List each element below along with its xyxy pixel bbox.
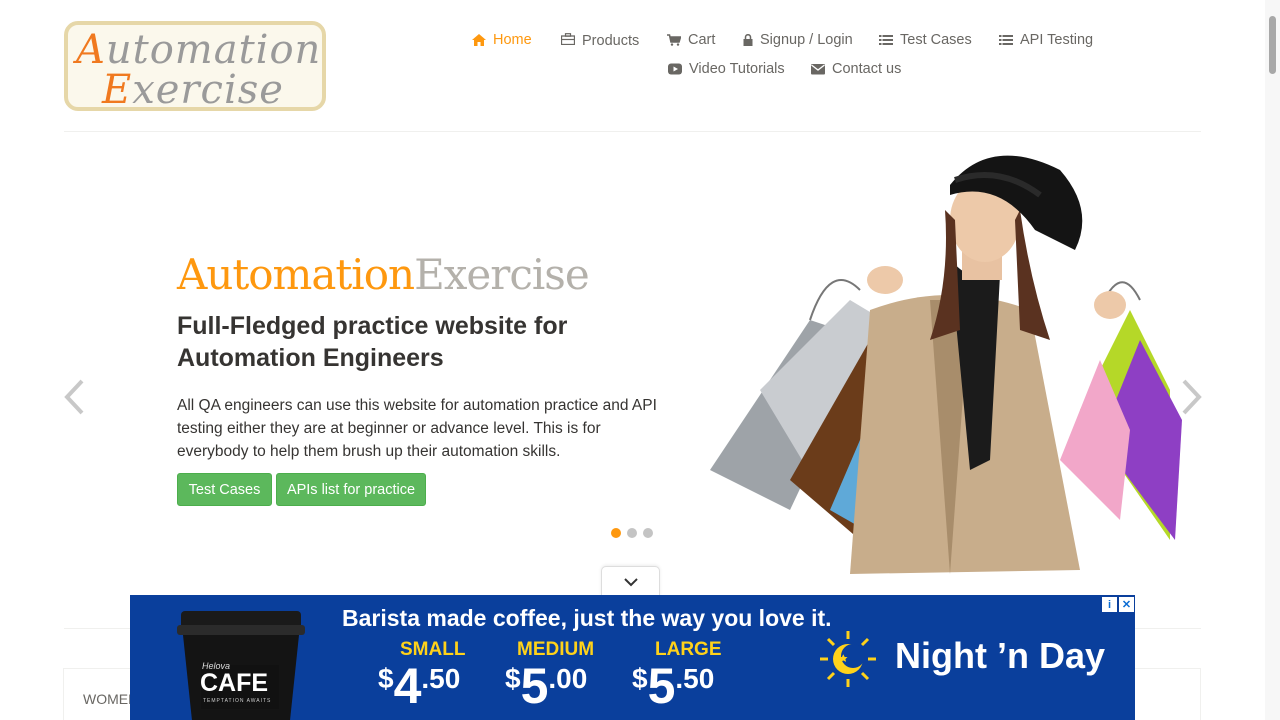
ad-collapse-toggle[interactable] xyxy=(601,566,660,596)
sun-moon-icon xyxy=(820,631,876,687)
price-small-cents: .50 xyxy=(421,663,461,694)
slider-indicator-2[interactable] xyxy=(627,528,637,538)
nav-signup-login[interactable]: Signup / Login xyxy=(743,32,853,48)
cart-icon xyxy=(667,34,681,46)
nav-login-label: Signup / Login xyxy=(760,32,853,48)
price-small-dollars: 4 xyxy=(393,658,422,714)
slider-prev-button[interactable] xyxy=(62,378,86,421)
nav-products[interactable]: Products xyxy=(561,31,640,49)
ad-close-icon[interactable]: ✕ xyxy=(1119,597,1134,612)
price-large-dollars: 5 xyxy=(647,658,676,714)
price-large-currency: $ xyxy=(632,663,648,694)
youtube-icon xyxy=(668,63,682,75)
nav-cart[interactable]: Cart xyxy=(667,32,715,48)
price-large: $5.50 xyxy=(632,657,714,715)
chevron-left-icon xyxy=(64,379,84,415)
products-icon xyxy=(561,33,575,45)
nav-contact-label: Contact us xyxy=(832,61,902,77)
slider-brand: AutomationExercise xyxy=(177,250,590,299)
slider-next-button[interactable] xyxy=(1180,378,1204,421)
scrollbar-thumb[interactable] xyxy=(1269,16,1276,74)
ad-brand-name: Night ’n Day xyxy=(895,635,1106,676)
price-medium: $5.00 xyxy=(505,657,587,715)
slider-description: All QA engineers can use this website fo… xyxy=(177,397,657,460)
price-small: $4.50 xyxy=(378,657,460,715)
price-small-currency: $ xyxy=(378,663,394,694)
nav-test-cases-label: Test Cases xyxy=(900,32,972,48)
test-cases-button[interactable]: Test Cases xyxy=(177,473,272,506)
page-scrollbar[interactable] xyxy=(1265,0,1280,720)
list-icon xyxy=(999,35,1013,45)
cup-tagline: TEMPTATION AWAITS xyxy=(203,698,272,704)
nav-cart-label: Cart xyxy=(688,32,716,48)
list-icon xyxy=(879,35,893,45)
nav-video-label: Video Tutorials xyxy=(689,61,785,77)
hero-image-shopping-girl xyxy=(710,155,1182,574)
price-large-cents: .50 xyxy=(675,663,715,694)
nav-test-cases[interactable]: Test Cases xyxy=(879,32,972,48)
slider-indicator-3[interactable] xyxy=(643,528,653,538)
nav-products-label: Products xyxy=(582,33,640,49)
chevron-down-icon xyxy=(623,577,638,586)
slider-indicator-1[interactable] xyxy=(611,528,621,538)
price-medium-dollars: 5 xyxy=(520,658,549,714)
logo-line-2: Exercise xyxy=(102,67,284,113)
site-logo[interactable]: Automation Exercise xyxy=(64,21,326,113)
logo-initial-e: E xyxy=(102,67,133,113)
brand-part-b: Exercise xyxy=(414,250,590,299)
nav-home-label: Home xyxy=(493,32,532,48)
nav-video-tutorials[interactable]: Video Tutorials xyxy=(668,61,785,77)
home-icon xyxy=(472,34,486,46)
brand-part-a: Automation xyxy=(177,250,415,299)
ad-info-icon[interactable]: i xyxy=(1102,597,1117,612)
header-divider xyxy=(64,131,1201,132)
nav-api-testing[interactable]: API Testing xyxy=(999,32,1093,48)
cup-name: CAFE xyxy=(200,669,269,697)
ad-controls: i ✕ xyxy=(1102,597,1134,612)
ad-tagline: Barista made coffee, just the way you lo… xyxy=(342,605,832,631)
chevron-right-icon xyxy=(1182,379,1202,415)
advertisement-banner[interactable]: Helova CAFE TEMPTATION AWAITS Barista ma… xyxy=(130,595,1135,720)
nav-contact-us[interactable]: Contact us xyxy=(811,61,901,77)
price-medium-currency: $ xyxy=(505,663,521,694)
apis-list-button[interactable]: APIs list for practice xyxy=(276,473,426,506)
nav-api-testing-label: API Testing xyxy=(1020,32,1094,48)
nav-home[interactable]: Home xyxy=(472,32,532,48)
slider-headline: Full-Fledged practice website for Automa… xyxy=(177,312,568,372)
logo-text-2: xercise xyxy=(132,67,284,113)
envelope-icon xyxy=(811,64,825,75)
price-medium-cents: .00 xyxy=(548,663,588,694)
lock-icon xyxy=(743,34,753,46)
